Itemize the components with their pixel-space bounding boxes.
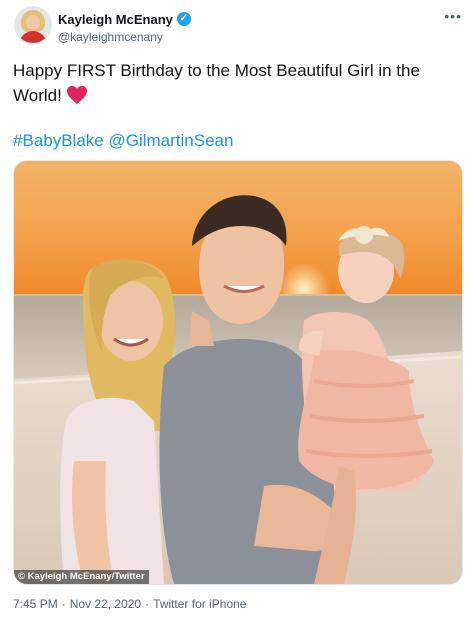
tweet-time[interactable]: 7:45 PM: [13, 597, 58, 611]
tweet-date[interactable]: Nov 22, 2020: [70, 597, 141, 611]
mention-link[interactable]: @GilmartinSean: [108, 131, 233, 150]
avatar[interactable]: [14, 6, 52, 44]
more-options-icon[interactable]: •••: [444, 8, 462, 24]
author-name[interactable]: Kayleigh McEnany: [58, 12, 173, 27]
tweet-header: Kayleigh McEnany ✓ @kayleighmcenany •••: [14, 6, 464, 50]
tweet-photo[interactable]: © Kayleigh McEnany/Twitter: [13, 160, 463, 585]
separator-dot: ·: [145, 597, 150, 611]
author-handle[interactable]: @kayleighmcenany: [58, 30, 163, 44]
author-name-row: Kayleigh McEnany ✓: [58, 10, 191, 28]
image-credit: © Kayleigh McEnany/Twitter: [14, 570, 149, 584]
verified-badge-icon: ✓: [176, 12, 191, 26]
tweet-client[interactable]: Twitter for iPhone: [153, 597, 246, 611]
hashtag-link[interactable]: #BabyBlake: [13, 131, 104, 150]
separator-dot: ·: [61, 597, 66, 611]
red-heart-emoji-icon: [66, 85, 88, 112]
tweet-meta: 7:45 PM · Nov 22, 2020 · Twitter for iPhone: [13, 597, 246, 611]
tweet-tags: #BabyBlake @GilmartinSean: [13, 129, 233, 153]
tweet-text: Happy FIRST Birthday to the Most Beautif…: [13, 58, 453, 112]
